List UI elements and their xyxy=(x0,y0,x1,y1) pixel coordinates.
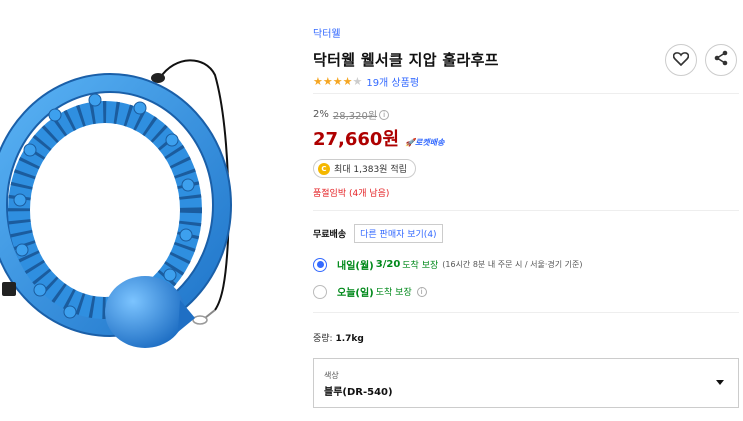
brand-link[interactable]: 닥터웰 xyxy=(313,25,739,40)
heart-icon xyxy=(672,51,690,70)
radio-unselected[interactable] xyxy=(313,284,327,299)
divider xyxy=(313,93,739,94)
chevron-down-icon xyxy=(716,380,724,385)
delivery-note: (16시간 8분 내 주문 시 / 서울·경기 기준) xyxy=(442,260,583,269)
rocket-delivery-label: 로켓배송 xyxy=(415,138,445,147)
free-shipping-label: 무료배송 xyxy=(313,230,347,240)
sale-price: 27,660원 xyxy=(313,129,400,150)
delivery-day: 내일(월) xyxy=(337,261,374,272)
delivery-guarantee: 도착 보장 xyxy=(375,288,412,298)
weight-row: 중량: 1.7kg xyxy=(313,331,364,344)
color-option-select[interactable]: 색상 블루(DR-540) xyxy=(313,358,739,408)
shipping-row: 무료배송 다른 판매자 보기(4) xyxy=(313,224,443,243)
sale-price-row: 27,660원 🚀로켓배송 xyxy=(313,125,444,151)
rocket-delivery-badge: 🚀로켓배송 xyxy=(405,137,444,148)
other-sellers-button[interactable]: 다른 판매자 보기(4) xyxy=(354,224,443,243)
radio-selected[interactable] xyxy=(313,257,327,272)
coin-icon: C xyxy=(318,162,330,175)
star-rating: ★★★★★ xyxy=(313,75,363,88)
product-info-panel: 닥터웰 닥터웰 웰서클 지압 훌라후프 ★★★★★ 19개 상품평 2% 28,… xyxy=(313,22,739,408)
info-icon[interactable]: i xyxy=(416,286,427,297)
delivery-option-today[interactable]: 오늘(일) 도착 보장 i xyxy=(313,284,427,299)
weight-value: 1.7kg xyxy=(335,334,364,344)
share-icon xyxy=(713,50,729,70)
stock-status: 품절임박 (4개 남음) xyxy=(313,189,390,199)
rating-row: ★★★★★ 19개 상품평 xyxy=(313,74,739,89)
review-count-link[interactable]: 19개 상품평 xyxy=(366,74,419,89)
option-value: 블루(DR-540) xyxy=(324,387,393,398)
product-image[interactable] xyxy=(0,0,290,421)
price-block: 2% 28,320원 i 27,660원 🚀로켓배송 C 최대 1,383원 적… xyxy=(313,107,444,199)
wishlist-button[interactable] xyxy=(665,44,697,76)
discount-row: 2% 28,320원 i xyxy=(313,107,444,122)
option-label: 색상 xyxy=(324,371,339,380)
cashback-badge: C 최대 1,383원 적립 xyxy=(313,159,416,178)
cashback-text: 최대 1,383원 적립 xyxy=(334,165,407,175)
discount-rate: 2% xyxy=(313,109,329,120)
delivery-option-tomorrow[interactable]: 내일(월) 3/20 도착 보장 (16시간 8분 내 주문 시 / 서울·경기… xyxy=(313,257,583,272)
divider xyxy=(313,312,739,313)
share-button[interactable] xyxy=(705,44,737,76)
rocket-icon: 🚀 xyxy=(405,138,415,147)
hula-hoop-image xyxy=(0,59,232,348)
info-icon[interactable]: i xyxy=(379,109,390,120)
divider xyxy=(313,210,739,211)
delivery-date: 3/20 xyxy=(375,259,401,270)
original-price: 28,320원 xyxy=(332,111,378,122)
delivery-guarantee: 도착 보장 xyxy=(402,261,439,271)
weight-label: 중량: xyxy=(313,334,333,344)
delivery-day: 오늘(일) xyxy=(337,288,374,299)
